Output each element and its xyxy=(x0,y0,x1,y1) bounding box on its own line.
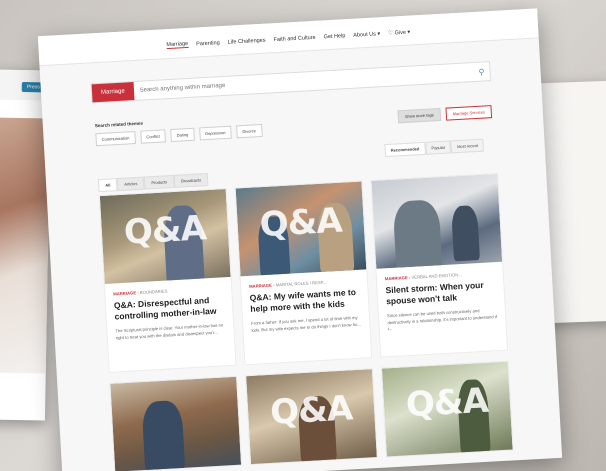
search-icon[interactable]: ⚲ xyxy=(473,67,489,77)
nav-life-challenges[interactable]: Life Challenges xyxy=(227,37,265,45)
qa-overlay: Q&A xyxy=(269,388,354,433)
article-thumbnail: Q&A xyxy=(381,361,513,458)
article-card[interactable]: Q&A MARRIAGE › MARITAL ROLES / RESP... Q… xyxy=(234,180,373,366)
nav-marriage[interactable]: Marriage xyxy=(166,40,189,50)
nav-parenting[interactable]: Parenting xyxy=(196,40,220,47)
qa-overlay xyxy=(111,395,237,402)
qa-overlay xyxy=(372,192,498,199)
article-thumbnail: Q&A xyxy=(99,189,231,284)
search-input[interactable] xyxy=(133,69,474,95)
qa-overlay: Q&A xyxy=(404,380,489,426)
article-thumbnail: Q&A xyxy=(246,369,377,466)
show-more-tags-button[interactable]: Show more tags xyxy=(397,107,442,124)
person-figure xyxy=(141,399,186,471)
top-navigation: Marriage Parenting Life Challenges Faith… xyxy=(37,8,539,67)
article-thumbnail xyxy=(371,173,503,269)
theme-actions: Show more tags Marriage Services xyxy=(397,105,493,124)
qa-overlay: Q&A xyxy=(122,208,207,253)
tab-most-recent[interactable]: Most recent xyxy=(450,138,485,154)
article-card[interactable]: Q&A xyxy=(245,368,378,466)
tab-popular[interactable]: Popular xyxy=(425,140,452,155)
search-topic-tag[interactable]: Marriage xyxy=(91,82,135,103)
hero-photo xyxy=(0,117,51,374)
search-bar: Marriage ⚲ xyxy=(90,61,492,104)
tab-articles[interactable]: Articles xyxy=(116,176,145,192)
article-card[interactable]: MARRIAGE › VERBAL AND EMOTION... Silent … xyxy=(370,172,509,358)
chip-divorce[interactable]: Divorce xyxy=(236,123,263,139)
main-screen: Marriage Parenting Life Challenges Faith… xyxy=(37,8,563,471)
tab-all[interactable]: All xyxy=(97,178,118,193)
nav-about-us[interactable]: About Us ▾ xyxy=(353,31,380,38)
sort-tabs: Recommended Popular Most recent xyxy=(384,138,485,158)
nav-faith-culture[interactable]: Faith and Culture xyxy=(273,34,315,42)
themes-label: Search related themes xyxy=(94,120,144,129)
nav-get-help[interactable]: Get Help xyxy=(323,33,345,40)
theme-chips: Communication Conflict Dating Depression… xyxy=(95,123,263,147)
article-grid: Q&A MARRIAGE › BOUNDARIES Q&A: Disrespec… xyxy=(98,172,514,471)
person-figure xyxy=(450,205,481,262)
tab-broadcasts[interactable]: Broadcasts xyxy=(173,173,209,188)
chip-dating[interactable]: Dating xyxy=(170,127,195,143)
tab-products[interactable]: Products xyxy=(144,174,175,190)
nav-give[interactable]: ♡ Give ▾ xyxy=(388,29,410,36)
tab-recommended[interactable]: Recommended xyxy=(384,141,426,158)
qa-overlay: Q&A xyxy=(258,200,343,246)
article-thumbnail xyxy=(110,376,242,471)
article-card[interactable]: Q&A MARRIAGE › BOUNDARIES Q&A: Disrespec… xyxy=(98,188,237,373)
person-figure xyxy=(392,199,443,269)
chip-depression[interactable]: Depression xyxy=(198,125,232,141)
marriage-services-button[interactable]: Marriage Services xyxy=(445,105,493,121)
article-card[interactable] xyxy=(109,375,243,471)
chip-conflict[interactable]: Conflict xyxy=(140,129,167,144)
chip-communication[interactable]: Communication xyxy=(95,131,136,147)
article-card[interactable]: Q&A xyxy=(380,360,514,458)
article-thumbnail: Q&A xyxy=(235,181,367,277)
